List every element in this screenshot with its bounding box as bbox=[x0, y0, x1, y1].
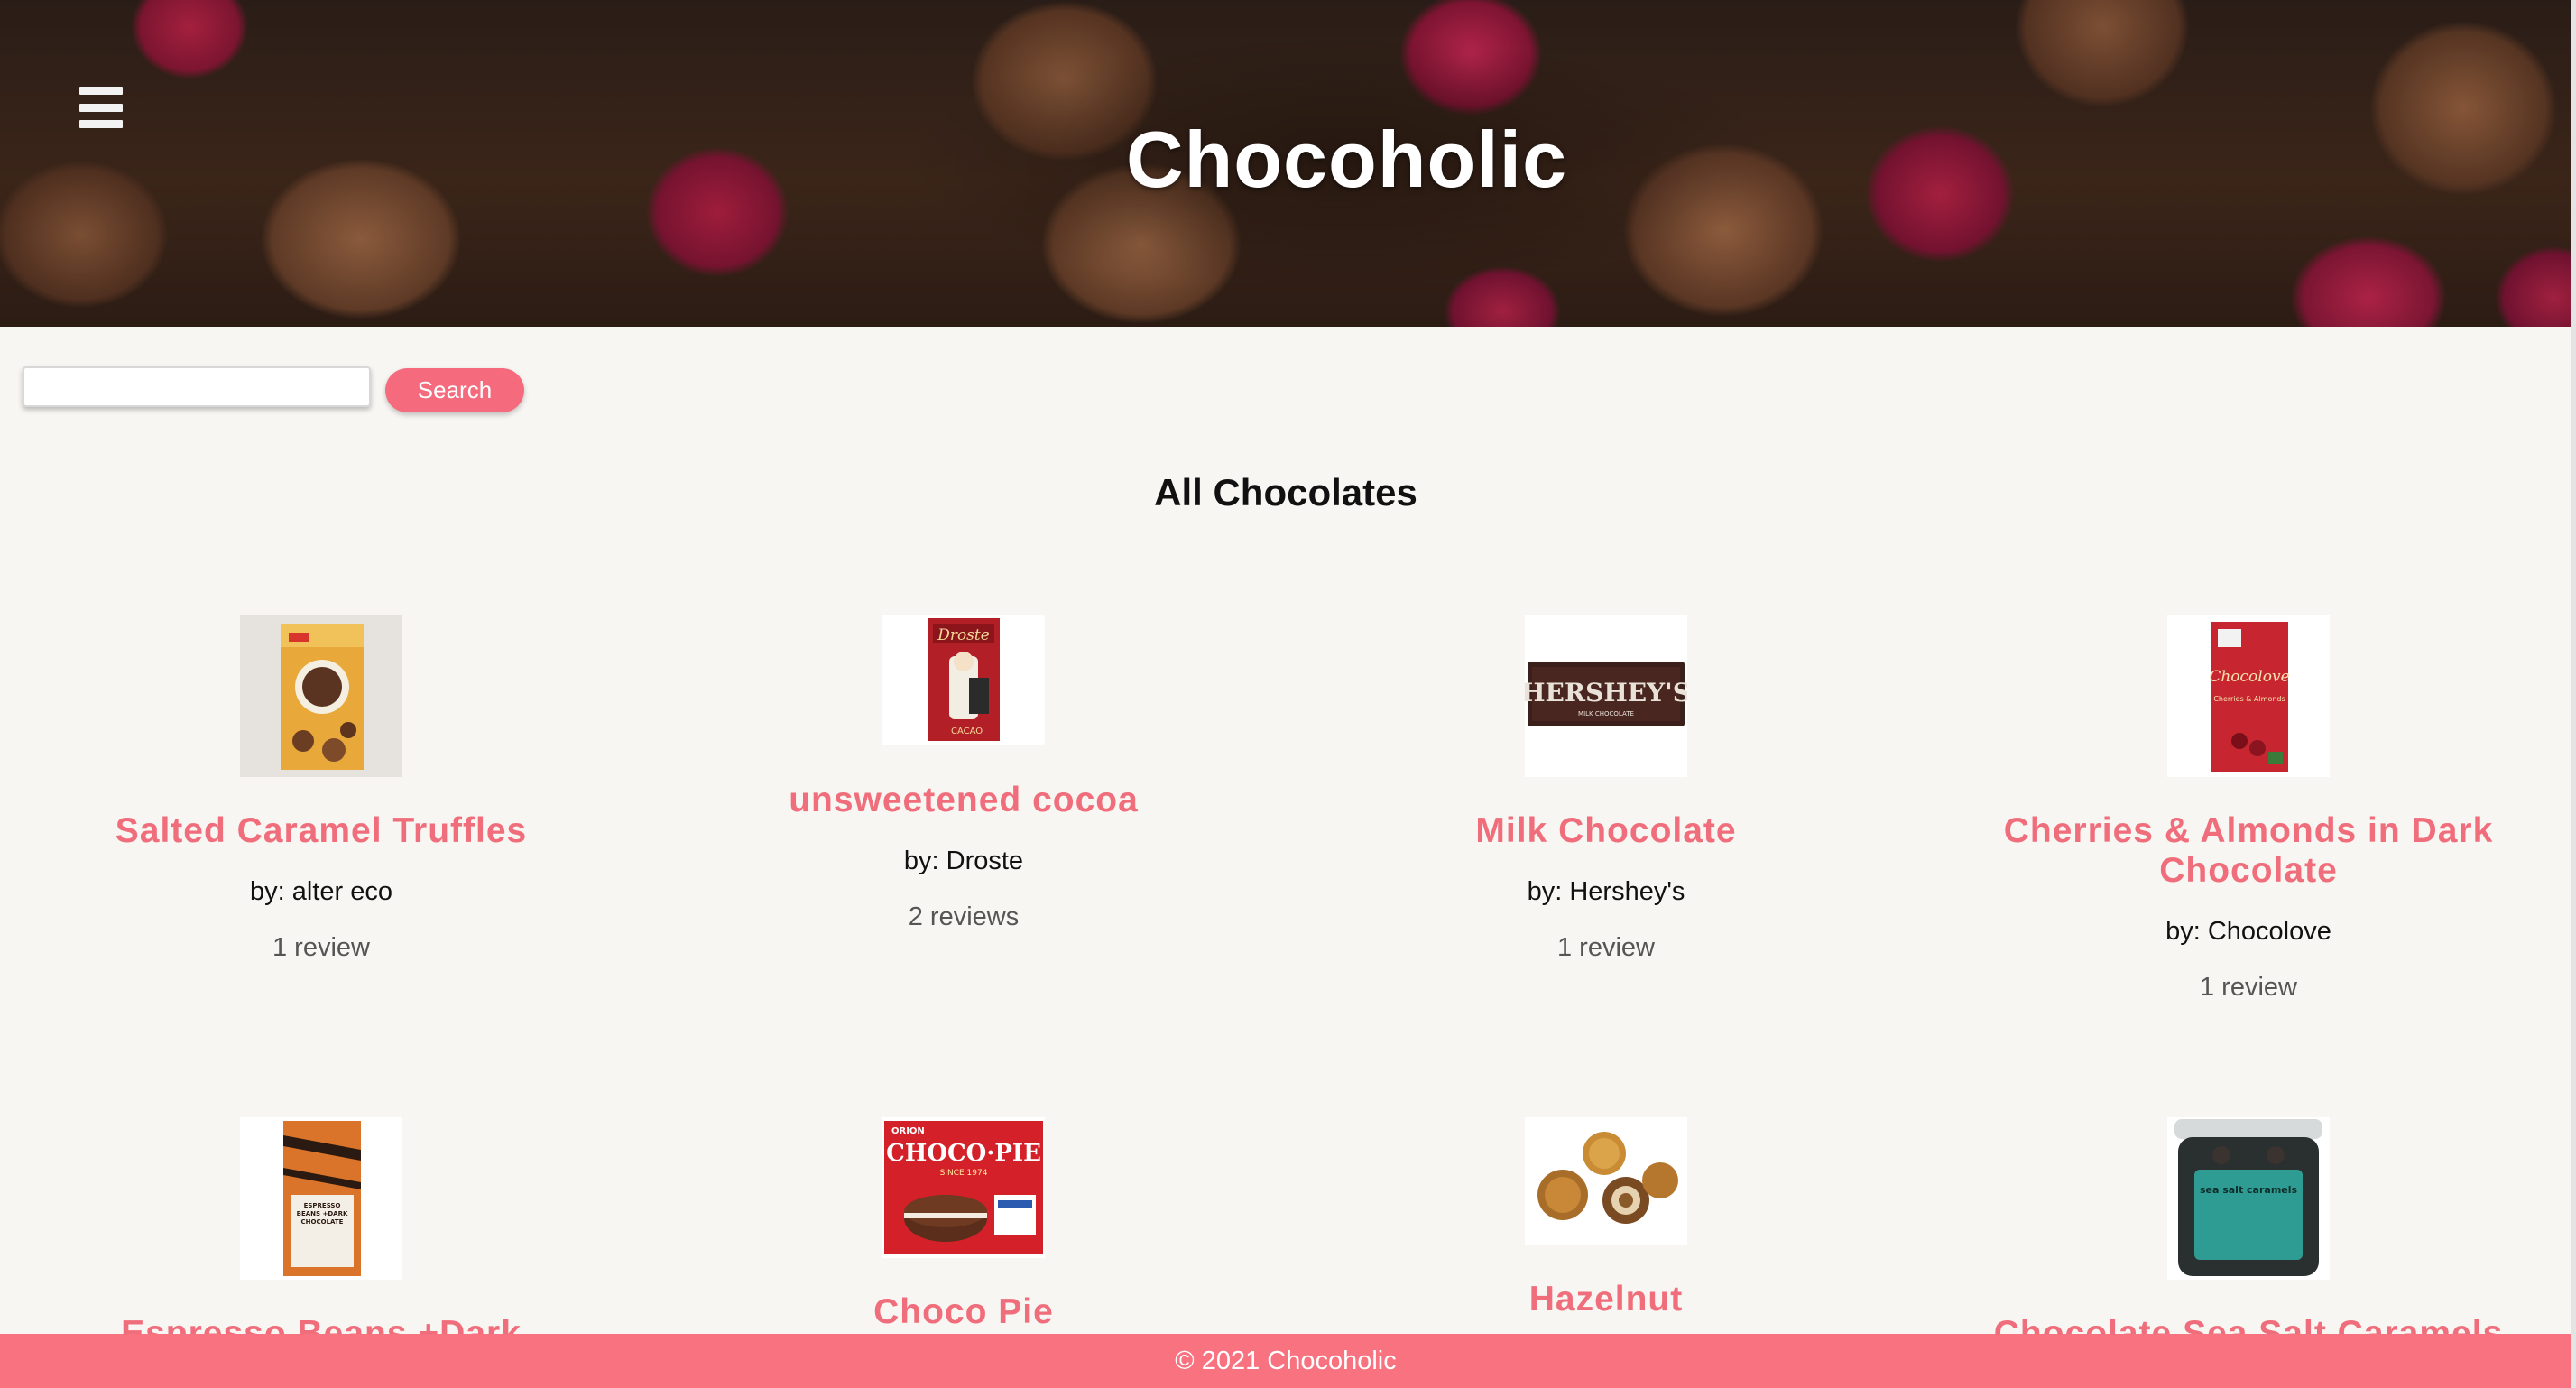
product-card[interactable]: Droste CACAO unsweetened cocoa by: Drost… bbox=[642, 615, 1285, 932]
menu-icon-bar bbox=[79, 103, 123, 112]
hersheys-package-sub: MILK CHOCOLATE bbox=[1578, 710, 1634, 717]
product-reviews: 1 review bbox=[2200, 973, 2297, 1002]
chocopie-package-label: CHOCO·PIE bbox=[886, 1140, 1041, 1167]
product-maker: by: Chocolove bbox=[2165, 917, 2331, 946]
droste-package-icon: Droste CACAO bbox=[882, 615, 1045, 745]
product-card[interactable]: ESPRESSO BEANS +DARK CHOCOLATE Espresso … bbox=[0, 1117, 642, 1354]
hazelnut-chocolates-icon bbox=[1525, 1117, 1687, 1245]
window-edge bbox=[2571, 0, 2576, 1388]
chocopie-box-icon: ORION CHOCO·PIE SINCE 1974 bbox=[882, 1117, 1045, 1258]
chocolove-package-sub: Cherries & Almonds bbox=[2213, 695, 2285, 703]
product-name[interactable]: Hazelnut bbox=[1285, 1280, 1927, 1319]
search-input[interactable] bbox=[23, 366, 371, 407]
droste-package-label: Droste bbox=[937, 626, 990, 644]
espresso-bar-icon: ESPRESSO BEANS +DARK CHOCOLATE bbox=[240, 1117, 402, 1280]
chocopie-brand-label: ORION bbox=[891, 1126, 925, 1136]
droste-package-sub: CACAO bbox=[951, 726, 983, 736]
seasalt-package-label: sea salt caramels bbox=[2200, 1184, 2298, 1196]
product-card[interactable]: HERSHEY'S MILK CHOCOLATE Milk Chocolate … bbox=[1285, 615, 1927, 963]
product-maker: by: Droste bbox=[903, 847, 1024, 875]
chocopie-package-sub: SINCE 1974 bbox=[940, 1169, 988, 1178]
espresso-package-label: ESPRESSO BEANS +DARK CHOCOLATE bbox=[296, 1202, 348, 1226]
product-card[interactable]: sea salt caramels Chocolate Sea Salt Car… bbox=[1927, 1117, 2570, 1354]
site-title: Chocoholic bbox=[1125, 115, 1568, 204]
search-button[interactable]: Search bbox=[385, 368, 524, 412]
product-name[interactable]: Cherries & Almonds in Dark Chocolate bbox=[1927, 811, 2570, 891]
footer: © 2021 Chocoholic bbox=[0, 1334, 2571, 1388]
product-name[interactable]: Salted Caramel Truffles bbox=[0, 811, 642, 851]
menu-icon-bar bbox=[79, 87, 123, 95]
product-image[interactable]: HERSHEY'S MILK CHOCOLATE bbox=[1525, 615, 1687, 777]
product-card[interactable]: ORION CHOCO·PIE SINCE 1974 Choco Pie bbox=[642, 1117, 1285, 1332]
product-image[interactable]: sea salt caramels bbox=[2167, 1117, 2330, 1280]
truffles-package-icon bbox=[240, 615, 402, 777]
product-maker: by: Hershey's bbox=[1527, 877, 1685, 906]
product-name[interactable]: Milk Chocolate bbox=[1285, 811, 1927, 851]
footer-copyright: © 2021 Chocoholic bbox=[1175, 1346, 1397, 1375]
product-name[interactable]: Choco Pie bbox=[642, 1292, 1285, 1332]
product-name[interactable]: unsweetened cocoa bbox=[642, 781, 1285, 820]
hersheys-bar-icon: HERSHEY'S MILK CHOCOLATE bbox=[1525, 615, 1687, 777]
product-image[interactable]: ORION CHOCO·PIE SINCE 1974 bbox=[882, 1117, 1045, 1258]
product-reviews: 1 review bbox=[1557, 933, 1655, 962]
section-heading: All Chocolates bbox=[1154, 471, 1417, 514]
sea-salt-caramels-tub-icon: sea salt caramels bbox=[2167, 1117, 2330, 1280]
product-card[interactable]: Hazelnut bbox=[1285, 1117, 1927, 1319]
product-maker: by: alter eco bbox=[250, 877, 392, 906]
product-image[interactable]: Chocolove Cherries & Almonds bbox=[2167, 615, 2330, 777]
product-reviews: 2 reviews bbox=[908, 902, 1020, 931]
product-image[interactable] bbox=[240, 615, 402, 777]
chocolove-package-label: Chocolove bbox=[2209, 668, 2289, 686]
product-reviews: 1 review bbox=[272, 933, 370, 962]
chocolove-bar-icon: Chocolove Cherries & Almonds bbox=[2167, 615, 2330, 777]
product-image[interactable]: ESPRESSO BEANS +DARK CHOCOLATE bbox=[240, 1117, 402, 1280]
hersheys-package-label: HERSHEY'S bbox=[1525, 678, 1687, 708]
product-image[interactable] bbox=[1525, 1117, 1687, 1245]
product-image[interactable]: Droste CACAO bbox=[882, 615, 1045, 745]
product-card[interactable]: Salted Caramel Truffles by: alter eco 1 … bbox=[0, 615, 642, 963]
product-card[interactable]: Chocolove Cherries & Almonds Cherries & … bbox=[1927, 615, 2570, 1003]
